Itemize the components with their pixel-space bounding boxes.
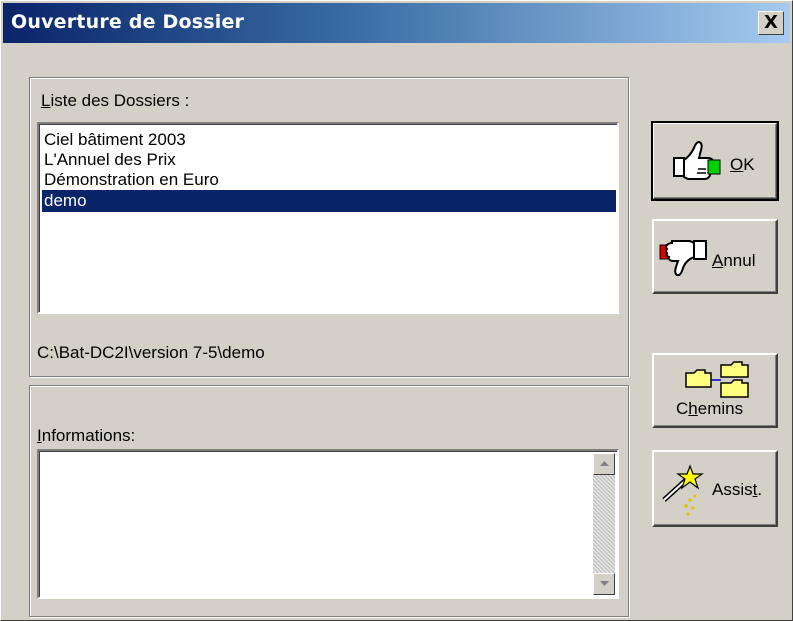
arrow-down-icon — [600, 581, 609, 586]
thumbs-down-icon — [659, 240, 707, 277]
cancel-button[interactable]: Annul — [652, 219, 778, 294]
paths-button[interactable]: Chemins — [652, 353, 778, 428]
list-item[interactable]: L'Annuel des Prix — [42, 149, 176, 171]
list-item[interactable]: Ciel bâtiment 2003 — [42, 129, 186, 151]
window-title: Ouverture de Dossier — [11, 11, 245, 33]
open-folder-dialog: Ouverture de Dossier X Liste des Dossier… — [0, 0, 793, 621]
arrow-up-icon — [600, 461, 609, 466]
thumbs-up-icon — [673, 140, 721, 180]
assistant-button[interactable]: Assist. — [652, 450, 778, 527]
folders-listbox[interactable]: Ciel bâtiment 2003 L'Annuel des Prix Dém… — [37, 122, 619, 314]
assistant-button-label: Assist. — [712, 480, 763, 499]
information-label: Informations: — [37, 426, 136, 445]
paths-button-label: Chemins — [676, 399, 744, 418]
cancel-button-label: Annul — [712, 251, 756, 270]
ok-button-label: OK — [730, 155, 755, 174]
close-button[interactable]: X — [758, 11, 784, 35]
folder-path: C:\Bat-DC2I\version 7-5\demo — [37, 343, 265, 362]
ok-button[interactable]: OK — [651, 121, 779, 201]
list-item[interactable]: Démonstration en Euro — [42, 169, 219, 191]
magic-wand-icon — [662, 464, 704, 516]
folders-icon — [685, 361, 749, 398]
list-item-selected[interactable]: demo — [42, 190, 616, 212]
information-textarea[interactable] — [37, 449, 619, 599]
scroll-up-button[interactable] — [593, 453, 615, 475]
folders-list-label: Liste des Dossiers : — [41, 91, 190, 110]
close-icon: X — [764, 12, 778, 33]
scroll-down-button[interactable] — [593, 573, 615, 595]
information-scrollbar[interactable] — [593, 453, 615, 595]
title-bar[interactable]: Ouverture de Dossier X — [3, 3, 790, 43]
